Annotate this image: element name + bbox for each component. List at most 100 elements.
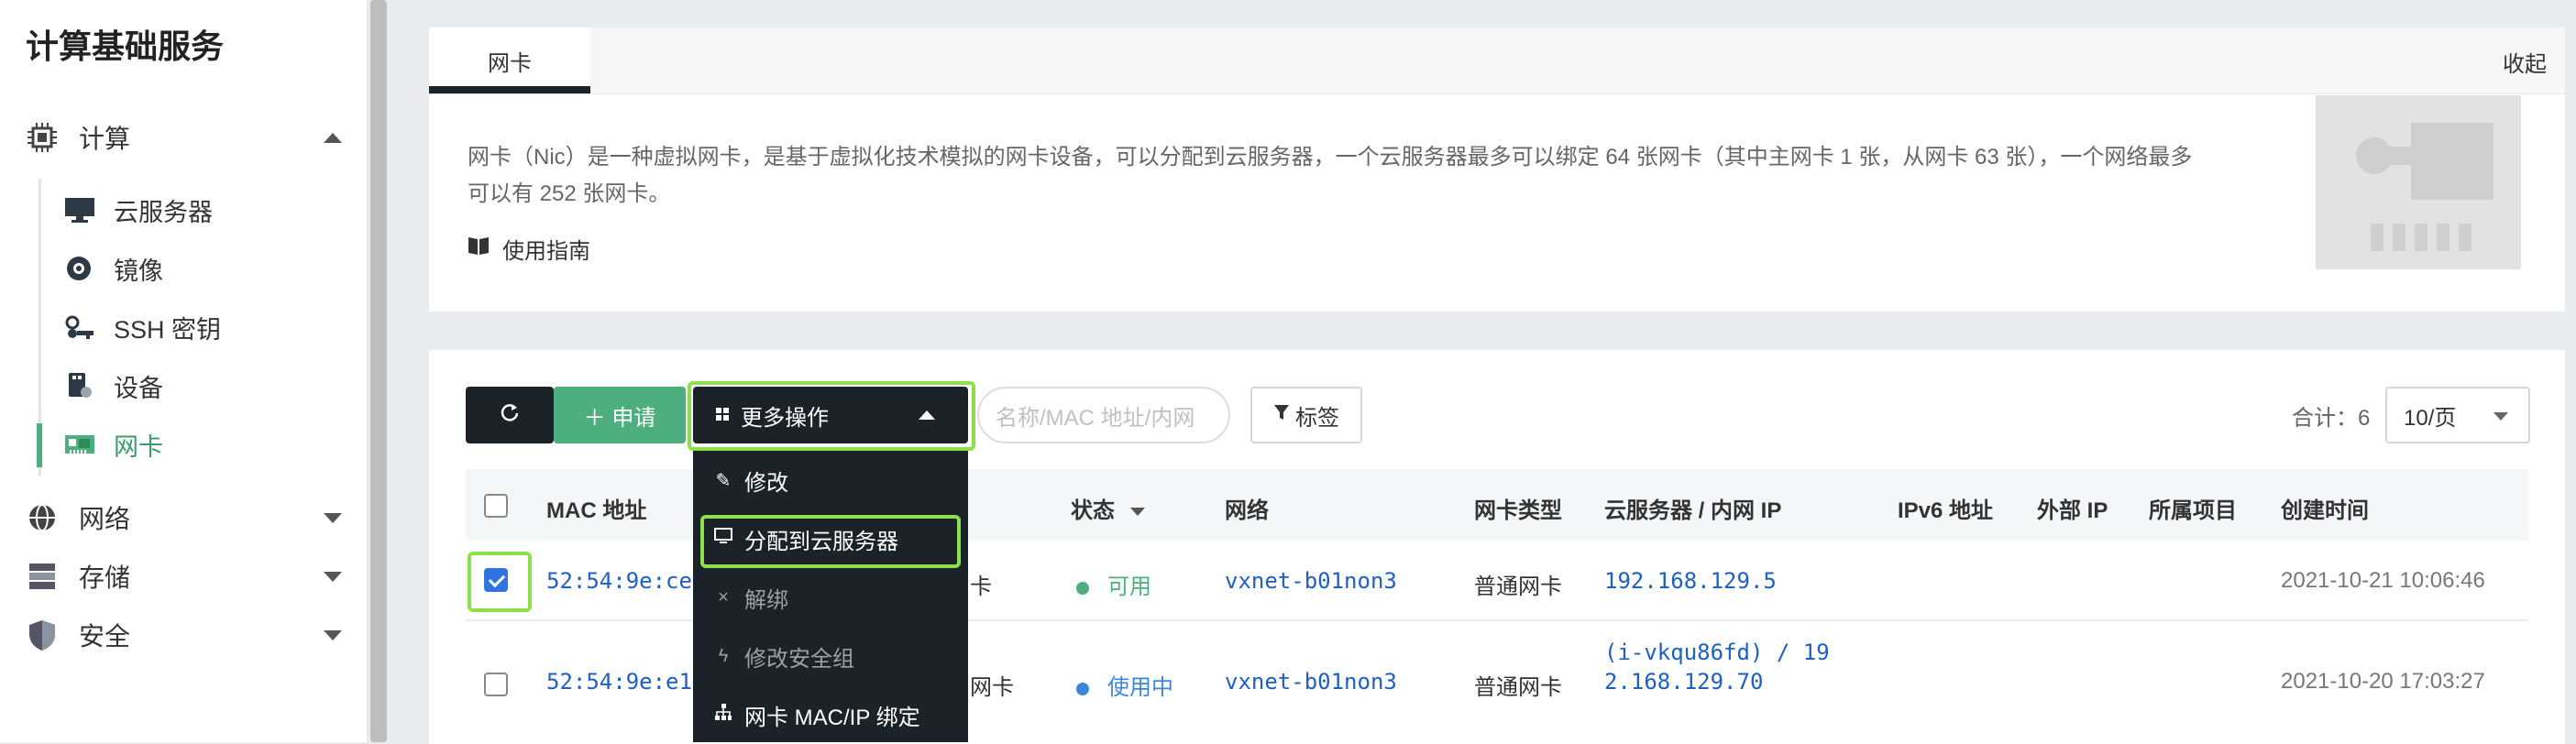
user-guide-label: 使用指南: [502, 239, 590, 264]
row-status-label: 可用: [1107, 574, 1151, 599]
menu-item-modify-security-group[interactable]: ϟ 修改安全组: [713, 638, 854, 674]
sidebar-item-label: 网卡: [114, 432, 163, 461]
menu-item-mac-ip-binding[interactable]: 网卡 MAC/IP 绑定: [713, 696, 920, 733]
row-server-ip-link[interactable]: 192.168.129.5: [1604, 568, 1777, 594]
nic-illustration: [2316, 95, 2521, 269]
column-header-created[interactable]: 创建时间: [2281, 492, 2369, 524]
row-status: 使用中: [1076, 669, 1173, 701]
sort-down-icon: [1129, 508, 1145, 517]
column-header-project[interactable]: 所属项目: [2149, 492, 2237, 524]
refresh-button[interactable]: [466, 387, 554, 443]
row-mac-link[interactable]: 52:54:9e:ce: [546, 568, 692, 594]
x-icon: ×: [718, 586, 729, 607]
menu-item-modify[interactable]: ✎ 修改: [713, 462, 788, 498]
highlight-frame-more-actions: [688, 381, 975, 451]
column-header-type[interactable]: 网卡类型: [1474, 492, 1562, 524]
row-created: 2021-10-20 17:03:27: [2281, 669, 2485, 694]
sidebar-group-compute[interactable]: 计算: [26, 115, 342, 160]
status-dot-icon: [1076, 581, 1089, 595]
sidebar-item-label: 镜像: [114, 257, 163, 285]
tab-bar: [429, 27, 2565, 94]
sidebar-title: 计算基础服务: [26, 27, 225, 65]
sidebar-item-label: 云服务器: [114, 198, 213, 226]
row-server-ip-link[interactable]: (i-vkqu86fd) / 19: [1604, 640, 1830, 665]
row-mac-link[interactable]: 52:54:9e:e1: [546, 669, 692, 695]
column-header-public-ip[interactable]: 外部 IP: [2037, 492, 2108, 524]
sidebar-item-images[interactable]: 镜像: [64, 246, 163, 290]
menu-item-unbind[interactable]: × 解绑: [713, 579, 788, 616]
disc-icon: [64, 255, 95, 282]
monitor-icon: [64, 196, 95, 224]
sidebar-item-servers[interactable]: 云服务器: [64, 188, 213, 232]
sidebar-item-label: SSH 密钥: [114, 315, 222, 344]
column-header-status-label: 状态: [1071, 498, 1115, 523]
column-header-server-ip[interactable]: 云服务器 / 内网 IP: [1604, 492, 1781, 524]
row-status: 可用: [1076, 568, 1151, 600]
sidebar-item-ssh-keys[interactable]: SSH 密钥: [64, 305, 221, 349]
book-icon: [468, 235, 490, 262]
sidebar-group-label: 网络: [79, 505, 131, 533]
tab-active-underline: [429, 86, 590, 93]
row-network-link[interactable]: vxnet-b01non3: [1225, 669, 1397, 695]
tree-icon: [713, 703, 733, 727]
sidebar-group-label: 计算: [79, 125, 131, 153]
row-created: 2021-10-21 10:06:46: [2281, 568, 2485, 593]
chevron-down-icon: [324, 572, 342, 582]
chevron-down-icon: [324, 630, 342, 640]
tag-filter-label: 标签: [1295, 405, 1339, 431]
sidebar-item-devices[interactable]: 设备: [64, 364, 163, 408]
tag-filter-button[interactable]: 标签: [1250, 387, 1362, 443]
apply-button[interactable]: ＋ 申请: [554, 387, 686, 443]
menu-item-label: 修改: [744, 470, 788, 496]
row-name: 卡: [970, 574, 992, 599]
row-network-link[interactable]: vxnet-b01non3: [1225, 568, 1397, 594]
sidebar-group-network[interactable]: 网络: [26, 495, 342, 541]
sidebar-active-indicator: [37, 423, 42, 467]
pencil-icon: ✎: [715, 470, 732, 491]
total-count: 合计：6: [2292, 406, 2371, 431]
key-icon: [64, 313, 95, 341]
highlight-frame-assign-to-server: [700, 515, 961, 568]
shield-icon: [26, 618, 59, 651]
search-input[interactable]: 名称/MAC 地址/内网: [977, 387, 1230, 443]
row-type: 普通网卡: [1474, 574, 1562, 599]
row-name: 网卡: [970, 675, 1014, 700]
filter-icon: [1273, 402, 1290, 428]
sidebar-item-nic[interactable]: 网卡: [64, 422, 163, 466]
chip-icon: [26, 121, 59, 154]
user-guide-link[interactable]: 使用指南: [468, 233, 590, 265]
collapse-link[interactable]: 收起: [2503, 46, 2547, 78]
nic-icon: [64, 431, 95, 458]
sidebar-group-label: 存储: [79, 563, 131, 592]
menu-item-label: 修改安全组: [744, 646, 854, 672]
column-header-network[interactable]: 网络: [1225, 492, 1269, 524]
column-header-mac[interactable]: MAC 地址: [546, 492, 646, 524]
bolt-icon: ϟ: [718, 645, 729, 666]
sidebar-group-storage[interactable]: 存储: [26, 553, 342, 599]
menu-item-label: 网卡 MAC/IP 绑定: [744, 705, 920, 730]
page-size-value: 10/页: [2404, 405, 2457, 431]
storage-icon: [26, 560, 59, 593]
page-size-select[interactable]: 10/页: [2385, 387, 2530, 443]
status-dot-icon: [1076, 682, 1089, 695]
tab-nic[interactable]: 网卡: [429, 27, 590, 93]
column-header-status[interactable]: 状态: [1071, 492, 1145, 524]
nic-description: 网卡（Nic）是一种虚拟网卡，是基于虚拟化技术模拟的网卡设备，可以分配到云服务器…: [468, 145, 2193, 206]
sidebar-scrollbar[interactable]: [370, 0, 387, 742]
row-server-ip-link-cont[interactable]: 2.168.129.70: [1604, 669, 1763, 695]
chevron-up-icon: [324, 133, 342, 143]
highlight-frame-row-checkbox: [468, 552, 532, 612]
network-icon: [26, 501, 59, 534]
row-type: 普通网卡: [1474, 675, 1562, 700]
sidebar-group-security[interactable]: 安全: [26, 612, 342, 658]
sidebar-group-label: 安全: [79, 622, 131, 651]
chevron-down-icon: [324, 513, 342, 523]
row-status-label: 使用中: [1107, 675, 1173, 700]
row-checkbox[interactable]: [484, 673, 508, 696]
sidebar-item-label: 设备: [114, 374, 163, 402]
refresh-icon: [500, 402, 520, 429]
usb-device-icon: [64, 372, 95, 399]
chevron-down-icon: [2493, 412, 2508, 421]
column-header-ipv6[interactable]: IPv6 地址: [1898, 492, 1993, 524]
select-all-checkbox[interactable]: [484, 494, 508, 518]
